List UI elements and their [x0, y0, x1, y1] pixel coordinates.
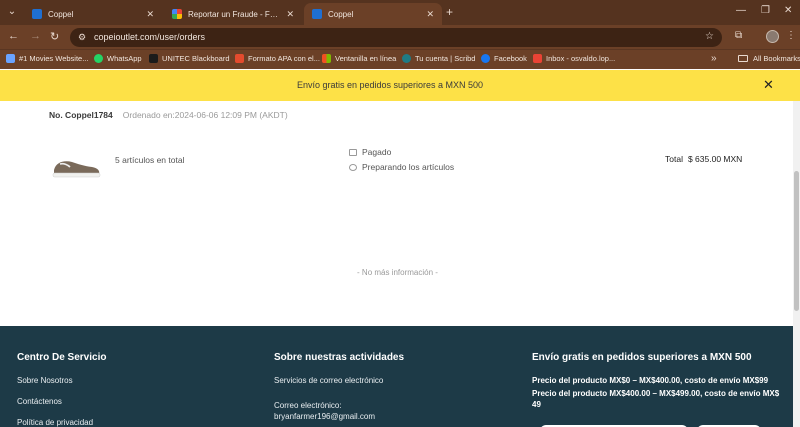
bookmark-label: Facebook	[494, 54, 527, 63]
bookmarks-bar: #1 Movies Website... WhatsApp UNITEC Bla…	[0, 49, 800, 69]
reload-icon[interactable]: ↻	[50, 30, 59, 43]
payment-status-label: Pagado	[362, 147, 392, 157]
window-close-icon[interactable]: ✕	[784, 5, 792, 16]
order-header: No. Coppel1784 Ordenado en:2024-06-06 12…	[49, 110, 288, 120]
payment-status: Pagado	[349, 147, 391, 157]
bookmark-label: Formato APA con el...	[248, 54, 320, 63]
url-text: copeioutlet.com/user/orders	[94, 32, 206, 42]
footer-link-privacy[interactable]: Política de privacidad	[17, 418, 93, 427]
browser-tab-1[interactable]: Coppel ✕	[24, 3, 162, 25]
close-tab-icon[interactable]: ✕	[146, 9, 154, 20]
footer-link-about[interactable]: Sobre Nosotros	[17, 376, 73, 385]
total-value: $ 635.00 MXN	[687, 154, 743, 164]
bookmark-label: #1 Movies Website...	[19, 54, 89, 63]
footer-email-address[interactable]: bryanfarmer196@gmail.com	[274, 412, 375, 421]
more-bookmarks-icon[interactable]: »	[711, 53, 717, 64]
all-bookmarks-button[interactable]: All Bookmarks	[738, 54, 800, 63]
tab-title: Coppel	[48, 9, 74, 19]
restore-icon[interactable]: ❐	[761, 5, 770, 16]
tab-title: Coppel	[328, 9, 354, 19]
bookmark-item[interactable]: WhatsApp	[94, 54, 142, 63]
close-tab-icon[interactable]: ✕	[426, 9, 434, 20]
total-label: Total	[665, 154, 683, 164]
footer-link-email-services[interactable]: Servicios de correo electrónico	[274, 376, 383, 385]
items-total: 5 artículos en total	[115, 155, 185, 165]
new-tab-icon[interactable]: +	[446, 5, 453, 19]
footer-link-contact[interactable]: Contáctenos	[17, 397, 62, 406]
tab-title: Reportar un Fraude - Formulario	[188, 9, 280, 19]
footer-email-label: Correo electrónico:	[274, 401, 342, 410]
bookmark-label: UNITEC Blackboard	[162, 54, 230, 63]
all-bookmarks-label: All Bookmarks	[753, 54, 800, 63]
page-scrollbar[interactable]	[793, 101, 800, 427]
banner-text: Envío gratis en pedidos superiores a MXN…	[296, 80, 484, 90]
fulfillment-status: Preparando los artículos	[349, 162, 454, 172]
shipping-banner: Envío gratis en pedidos superiores a MXN…	[0, 70, 800, 101]
bookmark-item[interactable]: Inbox - osvaldo.lop...	[533, 54, 615, 63]
whatsapp-icon	[94, 54, 103, 63]
browser-menu-icon[interactable]: ⋮	[786, 30, 796, 41]
apa-icon	[235, 54, 244, 63]
browser-tab-bar: ⌄ Coppel ✕ Reportar un Fraude - Formular…	[0, 0, 800, 25]
footer-shipping-title: Envío gratis en pedidos superiores a MXN…	[532, 352, 752, 363]
bookmark-label: Tu cuenta | Scribd	[415, 54, 476, 63]
bookmark-item[interactable]: UNITEC Blackboard	[149, 54, 230, 63]
close-tab-icon[interactable]: ✕	[286, 9, 294, 20]
movies-icon	[6, 54, 15, 63]
bookmark-item[interactable]: Tu cuenta | Scribd	[402, 54, 475, 63]
bookmark-star-icon[interactable]: ☆	[705, 31, 714, 42]
tab-search-icon[interactable]: ⌄	[4, 4, 20, 20]
back-icon[interactable]: ←	[8, 30, 19, 42]
footer-activities-title: Sobre nuestras actividades	[274, 352, 405, 363]
browser-tab-3[interactable]: Coppel ✕	[304, 3, 442, 25]
footer-shipping-rate-1: Precio del producto MX$0 – MX$400.00, co…	[532, 376, 769, 385]
banner-close-icon[interactable]: ✕	[763, 77, 774, 93]
bookmark-label: WhatsApp	[107, 54, 142, 63]
windows-icon	[322, 54, 331, 63]
forward-icon[interactable]: →	[30, 30, 41, 42]
bookmark-label: Ventanilla en línea	[335, 54, 397, 63]
site-settings-icon[interactable]: ⚙	[78, 32, 86, 43]
footer-shipping-rate-2: Precio del producto MX$400.00 – MX$499.0…	[532, 389, 780, 409]
google-forms-favicon-icon	[172, 9, 182, 19]
coppel-favicon-icon	[32, 9, 42, 19]
payment-icon	[349, 148, 357, 156]
bookmark-item[interactable]: Facebook	[481, 54, 527, 63]
order-total: Total $ 635.00 MXN	[665, 154, 742, 164]
coppel-favicon-icon	[312, 9, 322, 19]
profile-avatar[interactable]	[766, 30, 779, 43]
bookmark-item[interactable]: Formato APA con el...	[235, 54, 320, 63]
bookmark-item[interactable]: #1 Movies Website...	[6, 54, 88, 63]
shoe-product-image[interactable]	[50, 152, 102, 180]
bookmark-label: Inbox - osvaldo.lop...	[546, 54, 616, 63]
browser-tab-2[interactable]: Reportar un Fraude - Formulario ✕	[164, 3, 302, 25]
blackboard-icon	[149, 54, 158, 63]
scrollbar-thumb[interactable]	[794, 171, 799, 311]
facebook-icon	[481, 54, 490, 63]
preparing-icon	[349, 163, 357, 171]
order-number: No. Coppel1784	[49, 110, 113, 120]
gmail-icon	[533, 54, 542, 63]
fulfillment-status-label: Preparando los artículos	[362, 162, 455, 172]
scribd-icon	[402, 54, 411, 63]
minimize-icon[interactable]: —	[736, 5, 746, 16]
browser-toolbar: ← → ↻ ⚙ copeioutlet.com/user/orders ☆ ⧉ …	[0, 25, 800, 49]
extensions-icon[interactable]: ⧉	[735, 30, 742, 41]
footer-service-title: Centro De Servicio	[17, 352, 107, 363]
folder-icon	[738, 55, 748, 62]
site-footer: Centro De Servicio Sobre Nosotros Contác…	[0, 326, 793, 427]
bookmark-item[interactable]: Ventanilla en línea	[322, 54, 396, 63]
no-more-info: - No más información -	[357, 268, 438, 277]
address-bar[interactable]: ⚙ copeioutlet.com/user/orders ☆	[70, 28, 722, 47]
order-date: Ordenado en:2024-06-06 12:09 PM (AKDT)	[122, 110, 288, 120]
